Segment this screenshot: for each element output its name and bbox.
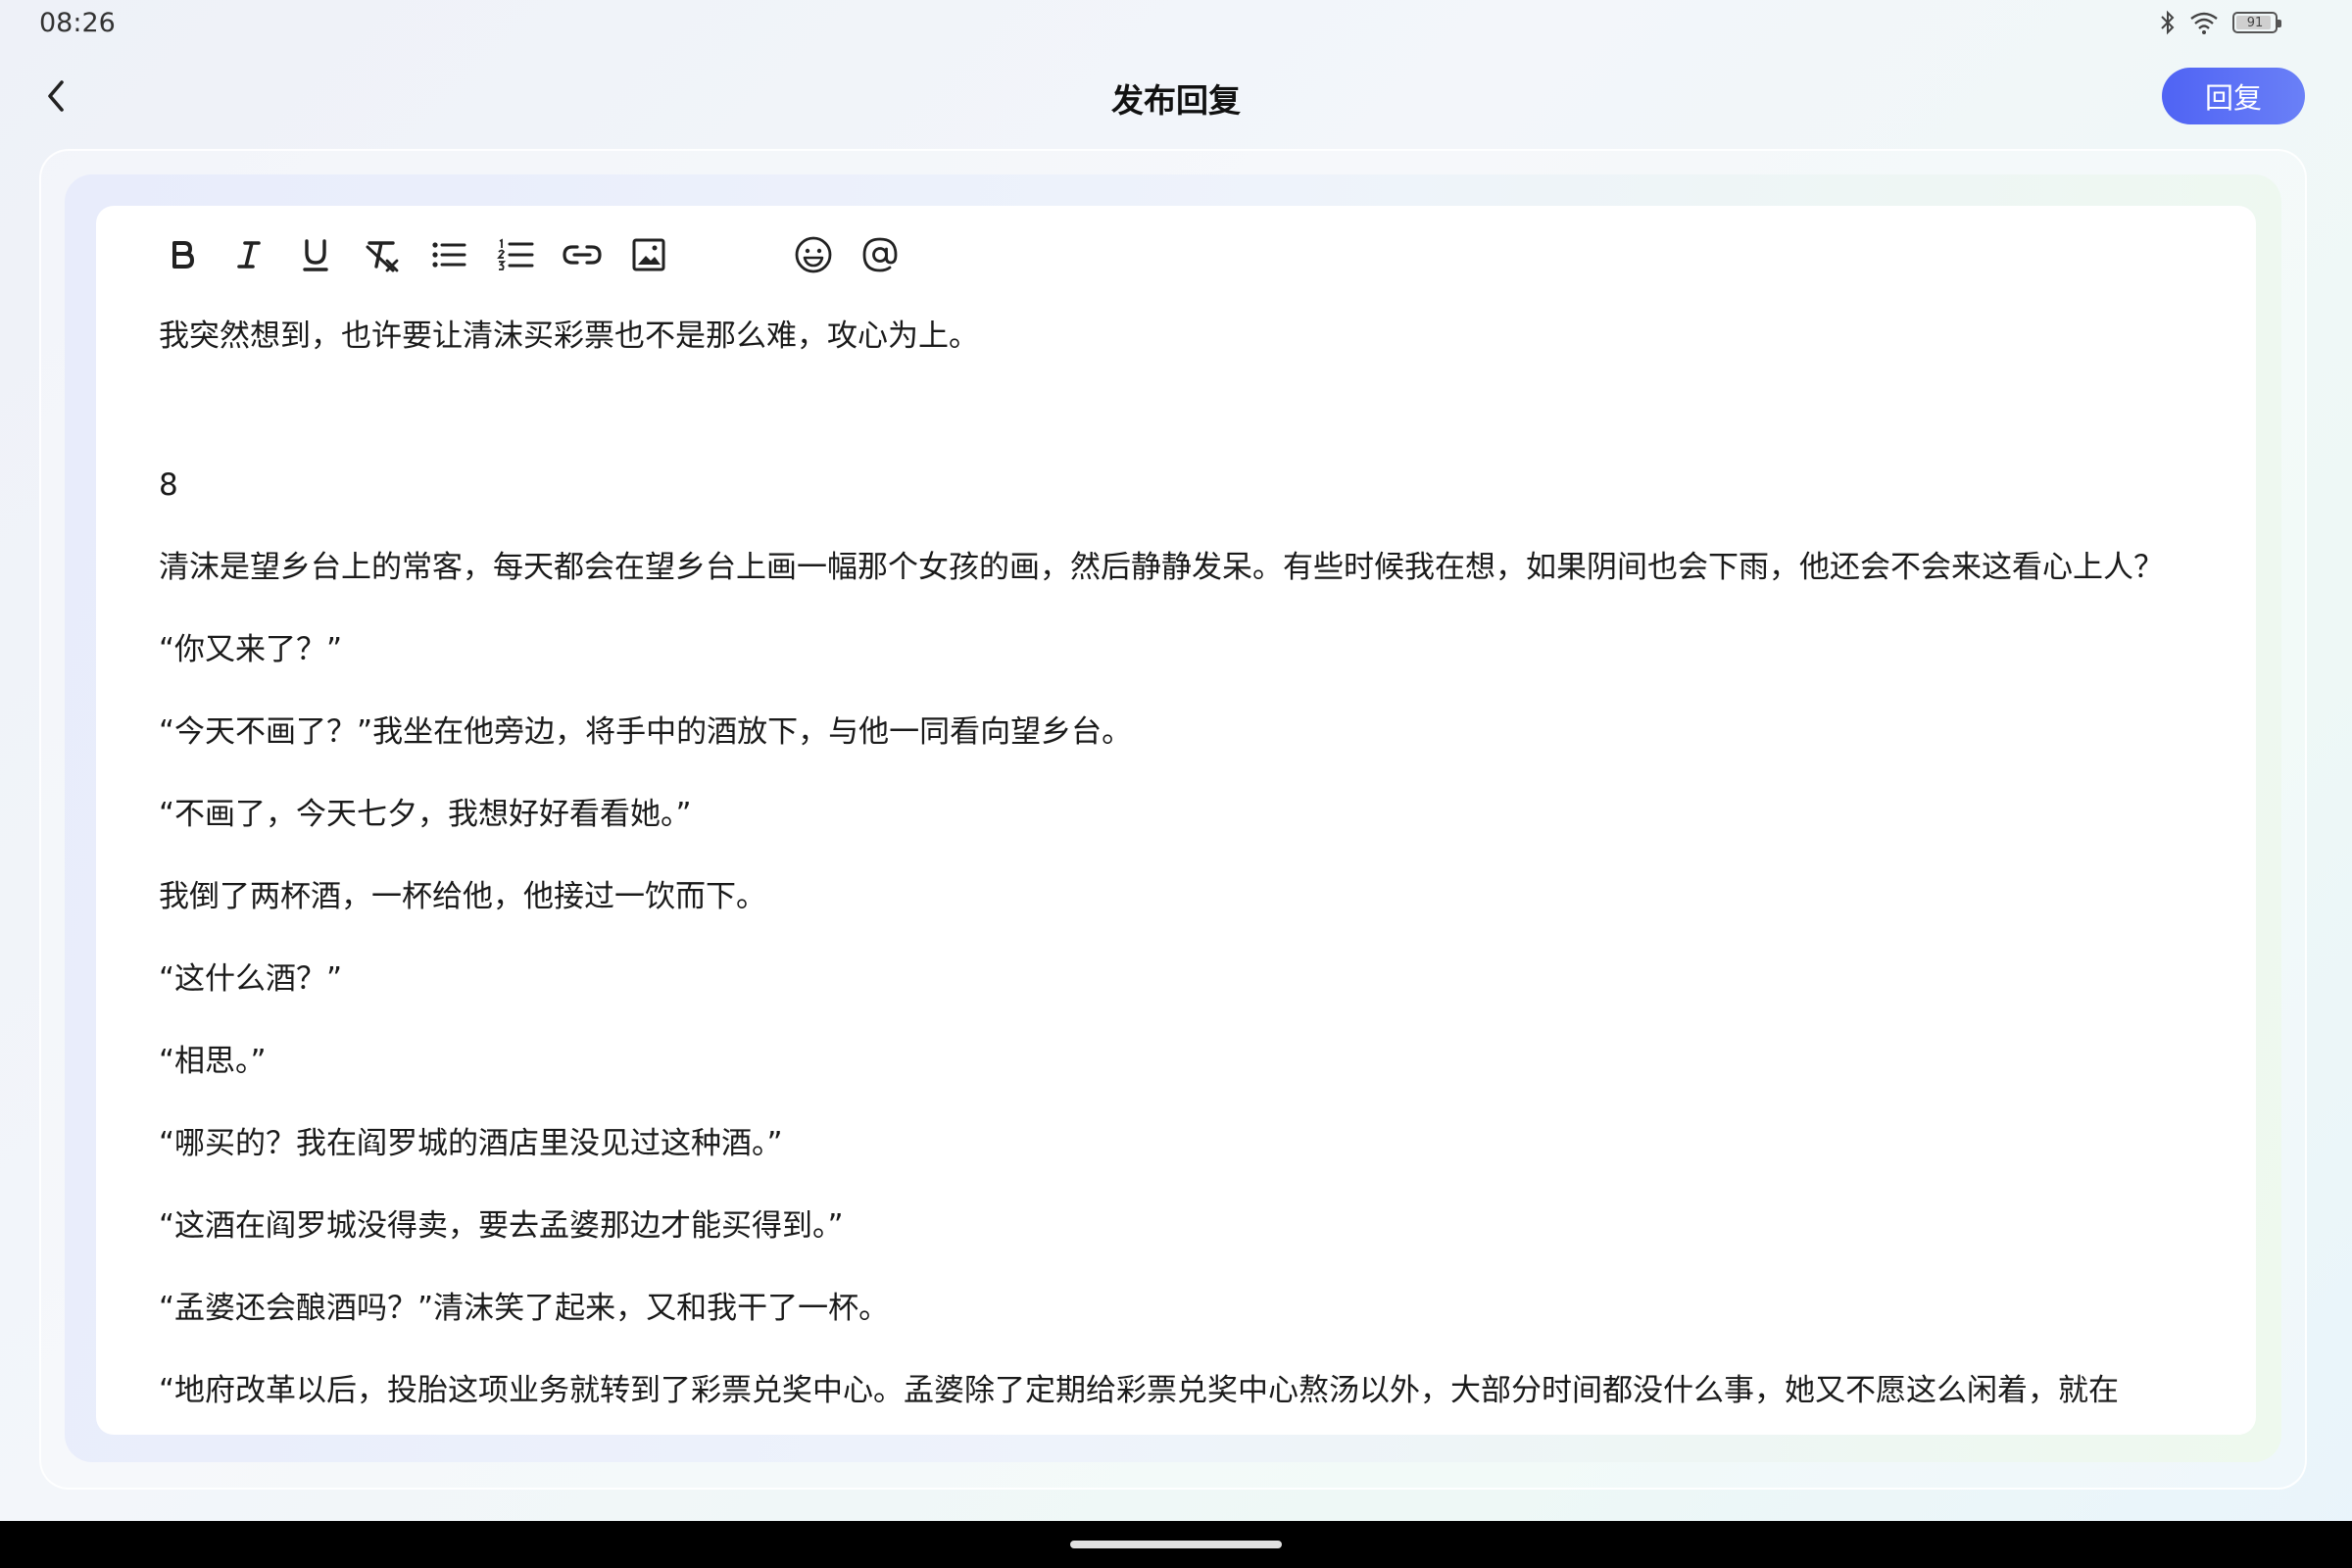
- underline-icon: [303, 239, 328, 271]
- battery-icon: 91: [2232, 12, 2281, 33]
- content-paragraph: “地府改革以后，投胎这项业务就转到了彩票兑奖中心。孟婆除了定期给彩票兑奖中心熬汤…: [159, 1373, 2120, 1408]
- italic-icon: [237, 241, 261, 269]
- content-paragraph: [159, 396, 2197, 425]
- clear-format-button[interactable]: [355, 227, 410, 282]
- content-paragraph: “今天不画了？”我坐在他旁边，将手中的酒放下，与他一同看向望乡台。: [159, 714, 1133, 750]
- content-paragraph: 清沫是望乡台上的常客，每天都会在望乡台上画一幅那个女孩的画，然后静静发呆。有些时…: [159, 550, 2164, 585]
- status-time: 08:26: [39, 8, 116, 38]
- content-paragraph: “相思。”: [159, 1044, 267, 1079]
- rich-text-editor[interactable]: 我突然想到，也许要让清沫买彩票也不是那么难，攻心为上。 8 清沫是望乡台上的常客，每…: [96, 206, 2256, 1435]
- bold-icon: [172, 241, 194, 269]
- status-icons: 91: [2160, 10, 2281, 35]
- link-icon: [563, 245, 602, 265]
- content-paragraph: “你又来了？”: [159, 632, 343, 667]
- content-paragraph: 8: [159, 467, 178, 503]
- content-paragraph: 我突然想到，也许要让清沫买彩票也不是那么难，攻心为上。: [159, 318, 979, 354]
- link-button[interactable]: [555, 227, 610, 282]
- header: 发布回复 回复: [0, 55, 2352, 137]
- emoji-button[interactable]: [786, 227, 841, 282]
- status-bar: 08:26 91: [0, 0, 2352, 47]
- content-paragraph: “孟婆还会酿酒吗？”清沫笑了起来，又和我干了一杯。: [159, 1291, 890, 1326]
- editor-toolbar: [155, 227, 919, 282]
- page-title: 发布回复: [1111, 81, 1241, 120]
- home-indicator[interactable]: [1070, 1541, 1282, 1548]
- bullet-list-icon: [432, 242, 466, 268]
- numbered-list-icon: [497, 238, 534, 270]
- battery-level: 91: [2246, 15, 2264, 30]
- image-button[interactable]: [621, 227, 676, 282]
- bluetooth-icon: [2160, 10, 2176, 35]
- wifi-icon: [2189, 11, 2219, 34]
- content-paragraph: “这酒在阎罗城没得卖，要去孟婆那边才能买得到。”: [159, 1208, 844, 1244]
- navigation-bar: [0, 1521, 2352, 1568]
- content-paragraph: “不画了，今天七夕，我想好好看看她。”: [159, 797, 692, 832]
- content-paragraph: 我倒了两杯酒，一杯给他，他接过一饮而下。: [159, 879, 766, 914]
- italic-button[interactable]: [221, 227, 276, 282]
- mention-button[interactable]: [853, 227, 907, 282]
- editor-content[interactable]: 我突然想到，也许要让清沫买彩票也不是那么难，攻心为上。 8 清沫是望乡台上的常客，每…: [159, 314, 2197, 1435]
- emoji-icon: [795, 236, 832, 273]
- clear-format-icon: [366, 241, 399, 272]
- mention-icon: [862, 237, 898, 272]
- bold-button[interactable]: [155, 227, 210, 282]
- numbered-list-button[interactable]: [488, 227, 543, 282]
- reply-button[interactable]: 回复: [2162, 68, 2305, 124]
- bullet-list-button[interactable]: [421, 227, 476, 282]
- content-paragraph: “这什么酒？”: [159, 961, 343, 997]
- image-icon: [632, 238, 665, 271]
- underline-button[interactable]: [288, 227, 343, 282]
- content-paragraph: “哪买的？我在阎罗城的酒店里没见过这种酒。”: [159, 1126, 783, 1161]
